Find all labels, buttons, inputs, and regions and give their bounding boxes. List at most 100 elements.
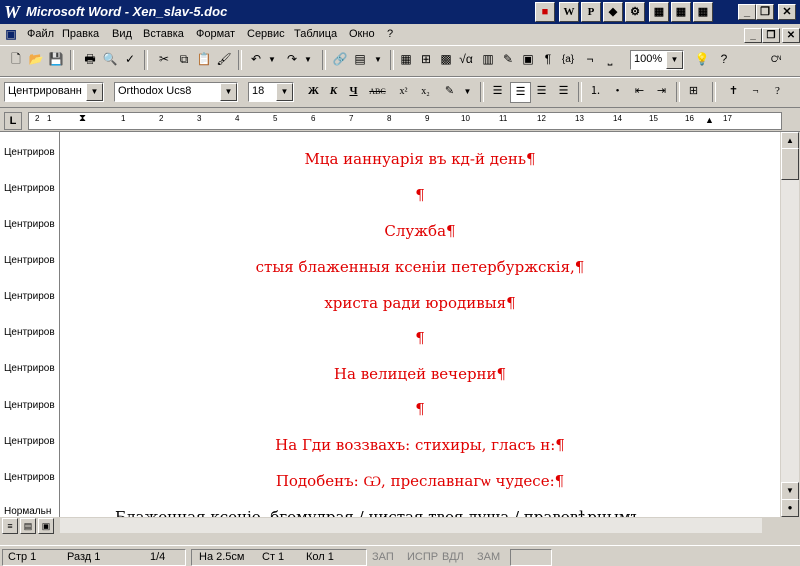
status-record[interactable]: ЗАП: [372, 551, 394, 563]
restore-button[interactable]: ❐: [756, 4, 774, 20]
paragraph[interactable]: стыя блаженныя ксеніи петербуржскія,¶: [60, 258, 780, 276]
italic-button[interactable]: К: [324, 82, 343, 101]
spelling-icon[interactable]: ✓: [120, 50, 140, 69]
help-icon[interactable]: ?: [768, 82, 787, 101]
paste-icon[interactable]: 📋: [194, 50, 214, 69]
chevron-down-icon[interactable]: ▼: [276, 83, 293, 101]
highlight-icon[interactable]: ✎: [440, 82, 459, 101]
align-left-icon[interactable]: ☰: [488, 82, 507, 101]
close-button[interactable]: ✕: [778, 4, 796, 20]
font-combo[interactable]: Orthodox Ucs8 ▼: [114, 82, 238, 102]
doc-close-button[interactable]: ✕: [782, 28, 800, 43]
bold-button[interactable]: Ж: [304, 82, 323, 101]
align-center-icon[interactable]: ☰: [510, 82, 531, 103]
paragraph[interactable]: Служба¶: [60, 222, 780, 240]
copy-icon[interactable]: ⧉: [174, 50, 194, 69]
pilcrow-icon[interactable]: ¶: [538, 50, 558, 69]
paragraph[interactable]: Блаженная ксеніе, бгомудрая,/ чистая тво…: [115, 508, 775, 517]
minimize-button[interactable]: _: [738, 4, 756, 20]
menu-view[interactable]: Вид: [112, 28, 132, 40]
doc-minimize-button[interactable]: _: [744, 28, 762, 43]
status-overtype[interactable]: ЗАМ: [477, 551, 500, 563]
paragraph[interactable]: ¶: [60, 400, 780, 418]
chevron-down-icon[interactable]: ▼: [666, 51, 683, 69]
justify-icon[interactable]: ☰: [554, 82, 573, 101]
doc-map-icon[interactable]: ▣: [518, 50, 538, 69]
bullets-icon[interactable]: •: [608, 82, 627, 101]
paragraph[interactable]: Подобенъ: Ѡ, преславнагѡ чудесе:¶: [60, 472, 780, 491]
save-icon[interactable]: 💾: [46, 50, 66, 69]
redo-dropdown-icon[interactable]: ▼: [298, 50, 318, 69]
columns-icon[interactable]: ▥: [478, 50, 498, 69]
left-indent-marker[interactable]: ⧗: [79, 113, 86, 124]
horizontal-scrollbar[interactable]: [60, 518, 762, 533]
field-codes-icon[interactable]: {a}: [558, 50, 578, 69]
open-icon[interactable]: 📂: [26, 50, 46, 69]
menu-help[interactable]: ?: [387, 28, 393, 40]
format-painter-icon[interactable]: 🖌: [214, 50, 234, 69]
print-icon[interactable]: 🖶: [80, 50, 100, 69]
tables-icon[interactable]: ▦: [396, 50, 416, 69]
insert-table-icon[interactable]: ⊞: [416, 50, 436, 69]
hyperlink-icon[interactable]: 🔗: [330, 50, 350, 69]
normal-view-icon[interactable]: ≡: [2, 518, 18, 534]
line-icon[interactable]: ¬: [580, 50, 600, 69]
menu-edit[interactable]: Правка: [62, 28, 99, 40]
character-set-icon[interactable]: Cᴺ: [766, 50, 786, 69]
cut-icon[interactable]: ✂: [154, 50, 174, 69]
horizontal-ruler[interactable]: L 1 2 1 2 3 4 5 6 7 8 9 10 11 12 13 14 1…: [0, 109, 800, 132]
dash-icon[interactable]: ¬: [746, 82, 765, 101]
browse-icon[interactable]: ●: [781, 499, 799, 517]
quick-icon-5[interactable]: ▦: [649, 2, 669, 22]
highlight-dropdown-icon[interactable]: ▼: [458, 82, 477, 101]
status-track[interactable]: ИСПР: [407, 551, 438, 563]
color-icon[interactable]: ■: [535, 2, 555, 22]
status-extend[interactable]: ВДЛ: [442, 551, 464, 563]
subscript-button[interactable]: x₂: [416, 82, 435, 101]
cross-icon[interactable]: ✝: [724, 82, 743, 101]
menu-insert[interactable]: Вставка: [143, 28, 184, 40]
menu-file[interactable]: Файл: [27, 28, 54, 40]
align-right-icon[interactable]: ☰: [532, 82, 551, 101]
word-quick-icon[interactable]: W: [559, 2, 579, 22]
drawing-icon[interactable]: ✎: [498, 50, 518, 69]
undo-dropdown-icon[interactable]: ▼: [262, 50, 282, 69]
doc-restore-button[interactable]: ❐: [762, 28, 780, 43]
decrease-indent-icon[interactable]: ⇤: [630, 82, 649, 101]
document-icon[interactable]: ▣: [4, 27, 18, 41]
ruler-strip[interactable]: 1 2 1 2 3 4 5 6 7 8 9 10 11 12 13 14 15 …: [28, 112, 782, 130]
chevron-down-icon[interactable]: ▼: [220, 83, 237, 101]
style-combo[interactable]: Центрированн ▼: [4, 82, 104, 102]
chevron-down-icon[interactable]: ▼: [86, 83, 103, 101]
equation-icon[interactable]: √α: [456, 50, 476, 69]
word-icon[interactable]: W: [3, 3, 21, 21]
powerpoint-icon[interactable]: P: [581, 2, 601, 22]
office-assistant-icon[interactable]: 💡: [692, 50, 712, 69]
underline-button[interactable]: Ч: [344, 82, 363, 101]
paragraph[interactable]: На Гди воззвахъ: стихиры, гласъ н:¶: [60, 436, 780, 454]
web-view-icon[interactable]: ▤: [20, 518, 36, 534]
paragraph[interactable]: ¶: [60, 186, 780, 204]
paragraph[interactable]: На велицей вечерни¶: [60, 365, 780, 383]
scroll-thumb[interactable]: [781, 148, 799, 180]
superscript-button[interactable]: x²: [394, 82, 413, 101]
document-area[interactable]: Мца ианнуарія въ кд-й день¶ ¶ Служба¶ ст…: [60, 132, 780, 517]
vertical-scrollbar[interactable]: ▲ ▼ ●: [780, 132, 799, 517]
menu-tools[interactable]: Сервис: [247, 28, 285, 40]
menu-table[interactable]: Таблица: [294, 28, 337, 40]
numbering-icon[interactable]: ⒈: [586, 82, 605, 101]
paragraph[interactable]: ¶: [60, 329, 780, 347]
quick-icon-7[interactable]: ▦: [693, 2, 713, 22]
excel-icon[interactable]: ▩: [436, 50, 456, 69]
scroll-down-icon[interactable]: ▼: [781, 482, 799, 500]
quick-icon-6[interactable]: ▦: [671, 2, 691, 22]
menu-format[interactable]: Формат: [196, 28, 235, 40]
strikethrough-button[interactable]: АВС: [368, 82, 387, 101]
borders-icon[interactable]: ⊞: [684, 82, 703, 101]
web-toolbar-icon[interactable]: ▤: [350, 50, 370, 69]
preview-icon[interactable]: 🔍: [100, 50, 120, 69]
print-view-icon[interactable]: ▣: [38, 518, 54, 534]
web-dropdown-icon[interactable]: ▼: [368, 50, 388, 69]
paragraph[interactable]: Мца ианнуарія въ кд-й день¶: [60, 150, 780, 168]
new-icon[interactable]: 🗋: [6, 50, 26, 69]
